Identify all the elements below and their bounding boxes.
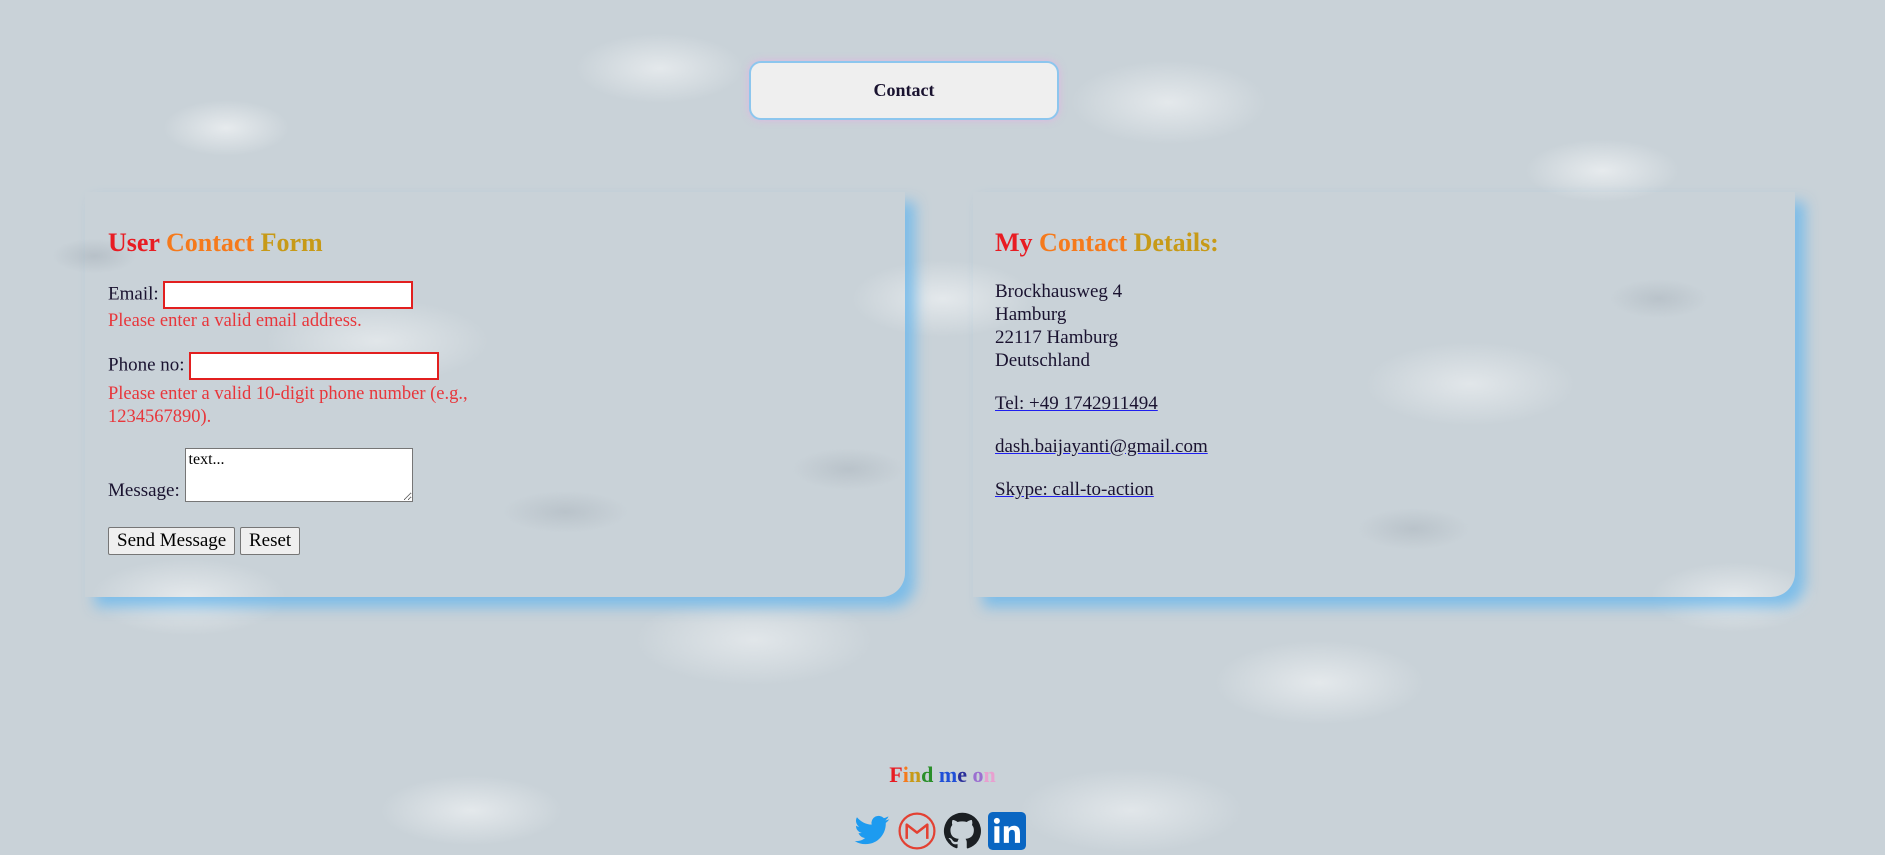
find-me-letter: n — [908, 762, 922, 787]
details-title-word: Contact — [1039, 228, 1128, 257]
find-me-heading: Find me on — [0, 762, 1885, 788]
find-me-letter: d — [921, 762, 934, 787]
linkedin-icon[interactable] — [988, 812, 1026, 850]
form-buttons: Send Message Reset — [108, 527, 301, 555]
social-links — [853, 812, 1026, 850]
find-me-letter: F — [889, 762, 903, 787]
details-title: My Contact Details: — [995, 228, 1219, 258]
email-field[interactable] — [163, 281, 414, 309]
phone-error-line: 1234567890). — [108, 407, 212, 427]
find-me-letter: m — [938, 762, 958, 787]
address-line: Deutschland — [995, 350, 1090, 371]
phone-error-line: Please enter a valid 10-digit phone numb… — [108, 384, 468, 404]
details-title-word: My — [995, 228, 1033, 257]
skype-link[interactable]: Skype: call-to-action — [995, 479, 1154, 500]
address-line: 22117 Hamburg — [995, 327, 1118, 348]
find-me-letter: e — [957, 762, 967, 787]
email-link[interactable]: dash.baijayanti@gmail.com — [995, 436, 1208, 457]
page-title-text: Contact — [873, 80, 935, 100]
form-title-word: User — [108, 228, 160, 257]
address-line: Hamburg — [995, 304, 1067, 325]
find-me-letter: o — [972, 762, 984, 787]
email-error: Please enter a valid email address. — [108, 311, 362, 331]
message-row: Message: text... — [108, 448, 413, 502]
address-line: Brockhausweg 4 — [995, 281, 1123, 302]
phone-link-row: Tel: +49 1742911494 — [995, 392, 1158, 415]
phone-link[interactable]: Tel: +49 1742911494 — [995, 393, 1158, 414]
form-title-word: Contact — [166, 228, 255, 257]
details-title-word: Details: — [1133, 228, 1219, 257]
send-message-button[interactable]: Send Message — [108, 527, 236, 555]
email-label: Email: — [108, 283, 159, 305]
phone-field[interactable] — [189, 352, 440, 380]
form-title: User Contact Form — [108, 228, 323, 258]
message-label: Message: — [108, 480, 180, 501]
skype-link-row: Skype: call-to-action — [995, 478, 1154, 501]
github-icon[interactable] — [943, 812, 981, 850]
address-block: Brockhausweg 4 Hamburg 22117 Hamburg Deu… — [995, 280, 1122, 372]
form-title-word: Form — [260, 228, 323, 257]
reset-button[interactable]: Reset — [239, 527, 301, 555]
message-textarea[interactable]: text... — [184, 448, 413, 502]
gmail-icon[interactable] — [898, 812, 936, 850]
twitter-icon[interactable] — [853, 812, 891, 850]
phone-row: Phone no: — [108, 352, 440, 380]
page-title: Contact — [749, 61, 1059, 120]
find-me-letter: n — [983, 762, 996, 787]
phone-label: Phone no: — [108, 354, 185, 376]
phone-error: Please enter a valid 10-digit phone numb… — [108, 383, 568, 429]
email-link-row: dash.baijayanti@gmail.com — [995, 435, 1208, 458]
email-row: Email: — [108, 281, 414, 309]
